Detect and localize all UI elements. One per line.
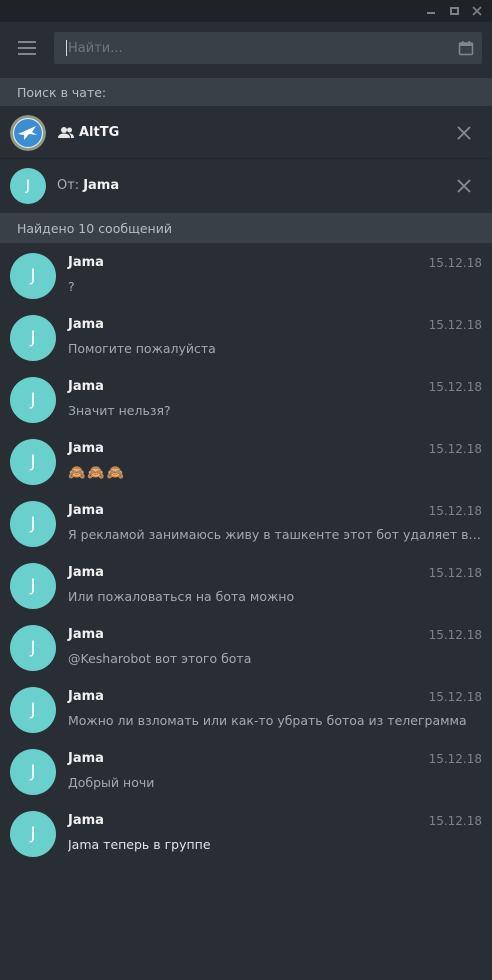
sender-name: Jama: [68, 689, 104, 704]
chat-avatar: [10, 115, 46, 151]
maximize-button[interactable]: [443, 0, 465, 22]
avatar: J: [10, 315, 56, 361]
message-preview: Можно ли взломать или как-то убрать бото…: [68, 713, 467, 728]
search-result-item[interactable]: J Jama 15.12.18 @Kesharobot вот этого бо…: [0, 615, 492, 677]
search-in-chat-label: Поиск в чате:: [17, 84, 107, 100]
sender-name: Jama: [68, 813, 104, 828]
search-box: [54, 32, 482, 64]
sender-name: Jama: [68, 441, 104, 456]
avatar: J: [10, 625, 56, 671]
message-date: 15.12.18: [428, 442, 482, 456]
remove-chat-filter-button[interactable]: [452, 121, 476, 145]
calendar-icon: [458, 41, 474, 56]
hamburger-line: [18, 53, 36, 55]
message-preview: Значит нельзя?: [68, 403, 171, 418]
from-name: Jama: [83, 178, 120, 193]
message-preview: Помогите пожалуйста: [68, 341, 216, 356]
message-preview: Или пожаловаться на бота можно: [68, 589, 295, 604]
message-date: 15.12.18: [428, 318, 482, 332]
from-prefix: От:: [57, 178, 80, 193]
sender-name: Jama: [68, 565, 104, 580]
search-result-item[interactable]: J Jama 15.12.18 Добрый ночи: [0, 739, 492, 801]
chat-filter-row[interactable]: AltTG: [0, 107, 492, 159]
chat-filter-label: AltTG: [57, 125, 119, 140]
message-preview: Добрый ночи: [68, 775, 155, 790]
message-date: 15.12.18: [428, 814, 482, 828]
calendar-button[interactable]: [456, 38, 476, 58]
message-date: 15.12.18: [428, 628, 482, 642]
avatar: J: [10, 811, 56, 857]
message-date: 15.12.18: [428, 380, 482, 394]
from-avatar: J: [10, 168, 46, 204]
remove-from-filter-button[interactable]: [452, 174, 476, 198]
search-result-item[interactable]: J Jama 15.12.18 Jama теперь в группе: [0, 801, 492, 863]
search-in-chat-header: Поиск в чате:: [0, 78, 492, 106]
minimize-button[interactable]: [420, 0, 442, 22]
avatar: J: [10, 439, 56, 485]
avatar: J: [10, 501, 56, 547]
message-date: 15.12.18: [428, 504, 482, 518]
close-icon: [457, 179, 471, 193]
close-icon: [457, 126, 471, 140]
sender-name: Jama: [68, 379, 104, 394]
chat-name: AltTG: [79, 125, 120, 140]
avatar: J: [10, 749, 56, 795]
sender-name: Jama: [68, 751, 104, 766]
search-result-item[interactable]: J Jama 15.12.18 🙈🙈🙈: [0, 429, 492, 491]
search-result-item[interactable]: J Jama 15.12.18 Или пожаловаться на бота…: [0, 553, 492, 615]
hamburger-icon: [18, 41, 36, 43]
group-icon: [58, 126, 74, 138]
sender-name: Jama: [68, 627, 104, 642]
close-icon: [472, 6, 482, 16]
search-result-item[interactable]: J Jama 15.12.18 Значит нельзя?: [0, 367, 492, 429]
message-preview: Jama теперь в группе: [68, 837, 211, 852]
from-filter-label: От: Jama: [57, 178, 119, 193]
main-menu-button[interactable]: [10, 34, 44, 62]
message-date: 15.12.18: [428, 752, 482, 766]
sender-name: Jama: [68, 317, 104, 332]
from-filter-row[interactable]: J От: Jama: [0, 160, 492, 212]
hamburger-line: [18, 47, 36, 49]
header: [0, 22, 492, 78]
sender-name: Jama: [68, 255, 104, 270]
search-input[interactable]: [54, 32, 444, 64]
message-preview: Я рекламой занимаюсь живу в ташкенте это…: [68, 527, 482, 542]
avatar: J: [10, 687, 56, 733]
maximize-icon: [449, 7, 459, 15]
message-preview: ?: [68, 279, 75, 294]
avatar: J: [10, 253, 56, 299]
sender-name: Jama: [68, 503, 104, 518]
avatar: J: [10, 563, 56, 609]
message-date: 15.12.18: [428, 566, 482, 580]
message-date: 15.12.18: [428, 690, 482, 704]
search-results-list: J Jama 15.12.18 ? J Jama 15.12.18 Помоги…: [0, 243, 492, 863]
search-result-item[interactable]: J Jama 15.12.18 Помогите пожалуйста: [0, 305, 492, 367]
search-result-item[interactable]: J Jama 15.12.18 Я рекламой занимаюсь жив…: [0, 491, 492, 553]
chat-avatar-logo-icon: [10, 115, 46, 151]
search-result-item[interactable]: J Jama 15.12.18 Можно ли взломать или ка…: [0, 677, 492, 739]
message-preview: @Kesharobot вот этого бота: [68, 651, 252, 666]
close-window-button[interactable]: [466, 0, 488, 22]
results-count-label: Найдено 10 сообщений: [17, 220, 172, 236]
results-count-header: Найдено 10 сообщений: [0, 213, 492, 243]
minimize-icon: [427, 12, 435, 14]
search-result-item[interactable]: J Jama 15.12.18 ?: [0, 243, 492, 305]
message-date: 15.12.18: [428, 256, 482, 270]
avatar: J: [10, 377, 56, 423]
window-titlebar: [0, 0, 492, 22]
message-preview: 🙈🙈🙈: [68, 465, 127, 481]
